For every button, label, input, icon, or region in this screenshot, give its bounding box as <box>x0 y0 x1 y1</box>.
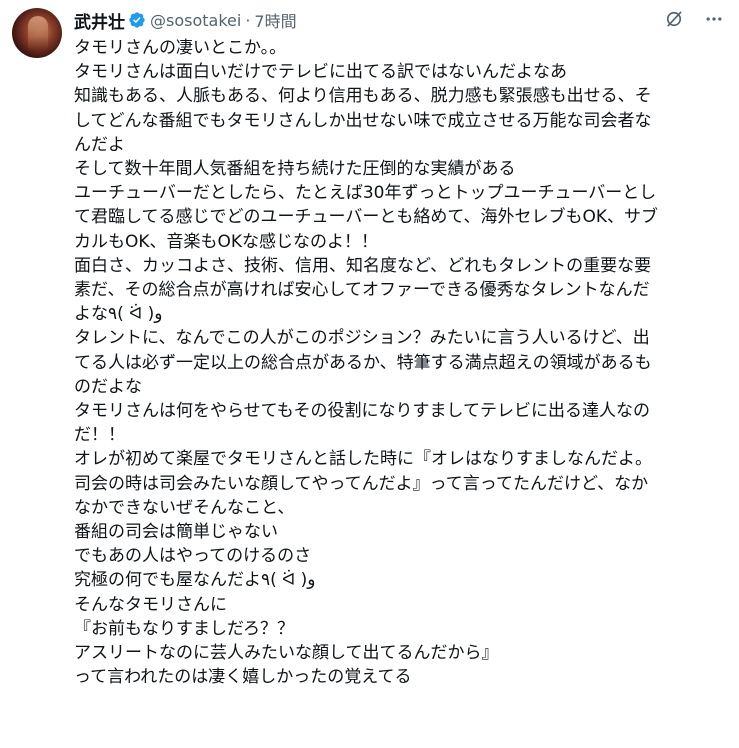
tweet-line: てる人は必ず一定以上の総合点があるか、特筆する満点超えの領域があるも <box>74 352 652 373</box>
tweet-line: 司会の時は司会みたいな顔してやってんだよ』って言ってたんだけど、なか <box>74 473 649 494</box>
tweet-line: タモリさんの凄いとこか。。 <box>74 38 287 58</box>
tweet-line: 『お前もなりすましだろ？？ <box>74 618 294 639</box>
post-time[interactable]: 7時間 <box>254 8 296 32</box>
tweet-line: タモリさんは何をやらせてもその役割になりすましてテレビに出る達人なの <box>74 401 650 422</box>
tweet-line: でもあの人はやってのけるのさ <box>74 546 312 567</box>
grok-icon[interactable] <box>663 8 685 30</box>
author-handle[interactable]: @sosotakei <box>150 11 241 30</box>
tweet-line: 知識もある、人脈もある、何より信用もある、脱力感も緊張感も出せる、そ <box>74 86 652 107</box>
tweet-line: なかできないぜそんなこと、 <box>74 497 295 518</box>
avatar[interactable] <box>12 8 62 58</box>
tweet-text: タモリさんの凄いとこか。。 タモリさんは面白いだけでテレビに出てる訳ではないんだ… <box>74 36 726 689</box>
tweet-line: タモリさんは面白いだけでテレビに出てる訳ではないんだよなあ <box>74 62 567 83</box>
verified-badge-icon <box>128 11 146 29</box>
tweet-line: って言われたのは凄く嬉しかったの覚えてる <box>74 667 412 688</box>
tweet-line: のだよな <box>74 376 142 397</box>
tweet-line: そんなタモリさんに <box>74 594 227 615</box>
tweet-line: 究極の何でも屋なんだよ٩( ᐛ )و <box>74 570 316 591</box>
tweet-card: 武井壮 @sosotakei · 7時間 タモリさんの凄いとこか。。 タモリさん… <box>0 0 739 748</box>
separator-dot: · <box>245 10 251 30</box>
tweet-line: カルもOK、音楽もOKな感じなのよ！！ <box>74 231 379 252</box>
tweet-line: んだよ <box>74 134 125 155</box>
tweet-line: そして数十年間人気番組を持ち続けた圧倒的な実績がある <box>74 159 516 180</box>
avatar-figure <box>28 16 48 50</box>
more-icon[interactable] <box>703 8 725 30</box>
tweet-actions <box>663 8 725 30</box>
tweet-header: 武井壮 @sosotakei · 7時間 <box>74 8 724 33</box>
tweet-line: 素だ、その総合点が高ければ安心してオファーできる優秀なタレントなんだ <box>74 280 650 301</box>
tweet-line: ユーチューバーだとしたら、たとえば30年ずっとトップユーチューバーとし <box>74 183 657 204</box>
tweet-line: て君臨してる感じでどのユーチューバーとも絡めて、海外セレブもOK、サブ <box>74 207 658 228</box>
author-name[interactable]: 武井壮 <box>74 8 125 33</box>
tweet-line: タレントに、なんでこの人がこのポジション？みたいに言う人いるけど、出 <box>74 328 650 349</box>
tweet-line: オレが初めて楽屋でタモリさんと話した時に『オレはなりすましなんだよ。 <box>74 449 652 470</box>
tweet-line: 番組の司会は簡単じゃない <box>74 522 278 543</box>
tweet-line: だ！！ <box>74 425 125 446</box>
tweet-line: よな٩( ᐛ )و <box>74 304 163 325</box>
tweet-line: アスリートなのに芸人みたいな顔して出てるんだから』 <box>74 643 499 664</box>
tweet-line: してどんな番組でもタモリさんしか出せない味で成立させる万能な司会者な <box>74 110 652 131</box>
tweet-line: 面白さ、カッコよさ、技術、信用、知名度など、どれもタレントの重要な要 <box>74 255 652 276</box>
